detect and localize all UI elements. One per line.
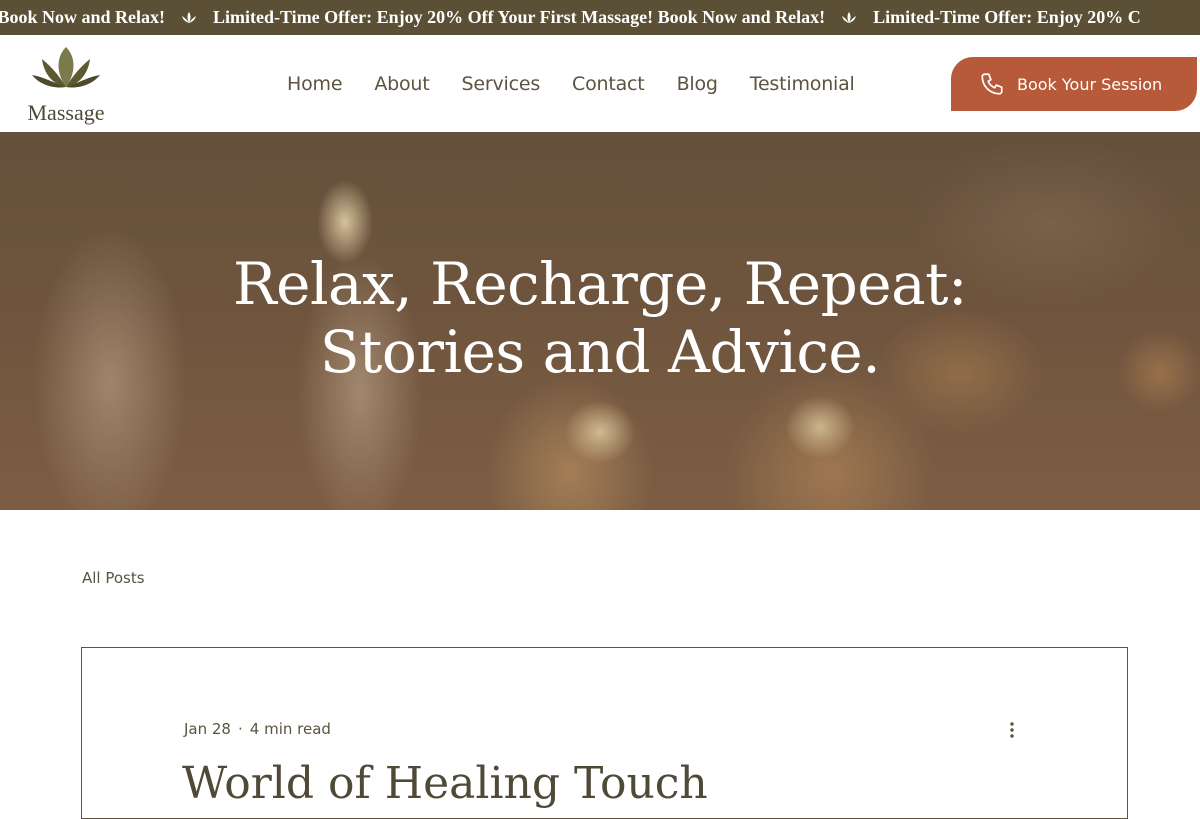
post-title[interactable]: World of Healing Touch — [182, 758, 708, 809]
announcement-text: Limited-Time Offer: Enjoy 20% Off Your F… — [213, 7, 826, 27]
meta-separator: · — [237, 720, 243, 738]
announcement-text: sage! Book Now and Relax! — [0, 7, 166, 27]
post-date: Jan 28 — [184, 720, 231, 738]
book-session-label: Book Your Session — [1017, 74, 1163, 94]
nav-contact[interactable]: Contact — [572, 71, 645, 97]
site-header: Massage Home About Services Contact Blog… — [0, 35, 1200, 132]
nav-testimonial[interactable]: Testimonial — [750, 71, 855, 97]
hero-banner: Relax, Recharge, Repeat: Stories and Adv… — [0, 132, 1200, 510]
lotus-icon — [839, 11, 859, 25]
phone-icon — [979, 71, 1005, 97]
nav-blog[interactable]: Blog — [677, 71, 718, 97]
hero-title-line1: Relax, Recharge, Repeat: — [232, 250, 968, 318]
announcement-text: Limited-Time Offer: Enjoy 20% C — [873, 7, 1141, 27]
post-read-time: 4 min read — [249, 720, 331, 738]
book-session-button[interactable]: Book Your Session — [951, 57, 1197, 111]
announcement-track: sage! Book Now and Relax! Limited-Time O… — [0, 0, 1141, 35]
lotus-icon — [30, 45, 102, 91]
hero-title: Relax, Recharge, Repeat: Stories and Adv… — [0, 250, 1200, 386]
logo-text: Massage — [27, 100, 105, 125]
site-logo[interactable]: Massage — [20, 45, 112, 125]
lotus-icon — [179, 11, 199, 25]
all-posts-filter[interactable]: All Posts — [82, 569, 145, 587]
post-card[interactable]: Jan 28 · 4 min read World of Healing Tou… — [81, 647, 1128, 819]
post-meta: Jan 28 · 4 min read — [184, 720, 331, 738]
announcement-banner: sage! Book Now and Relax! Limited-Time O… — [0, 0, 1200, 35]
nav-home[interactable]: Home — [287, 71, 343, 97]
nav-about[interactable]: About — [374, 71, 429, 97]
main-nav: Home About Services Contact Blog Testimo… — [287, 71, 887, 97]
more-vertical-icon[interactable] — [1006, 720, 1018, 740]
hero-title-line2: Stories and Advice. — [319, 318, 881, 386]
nav-services[interactable]: Services — [462, 71, 541, 97]
